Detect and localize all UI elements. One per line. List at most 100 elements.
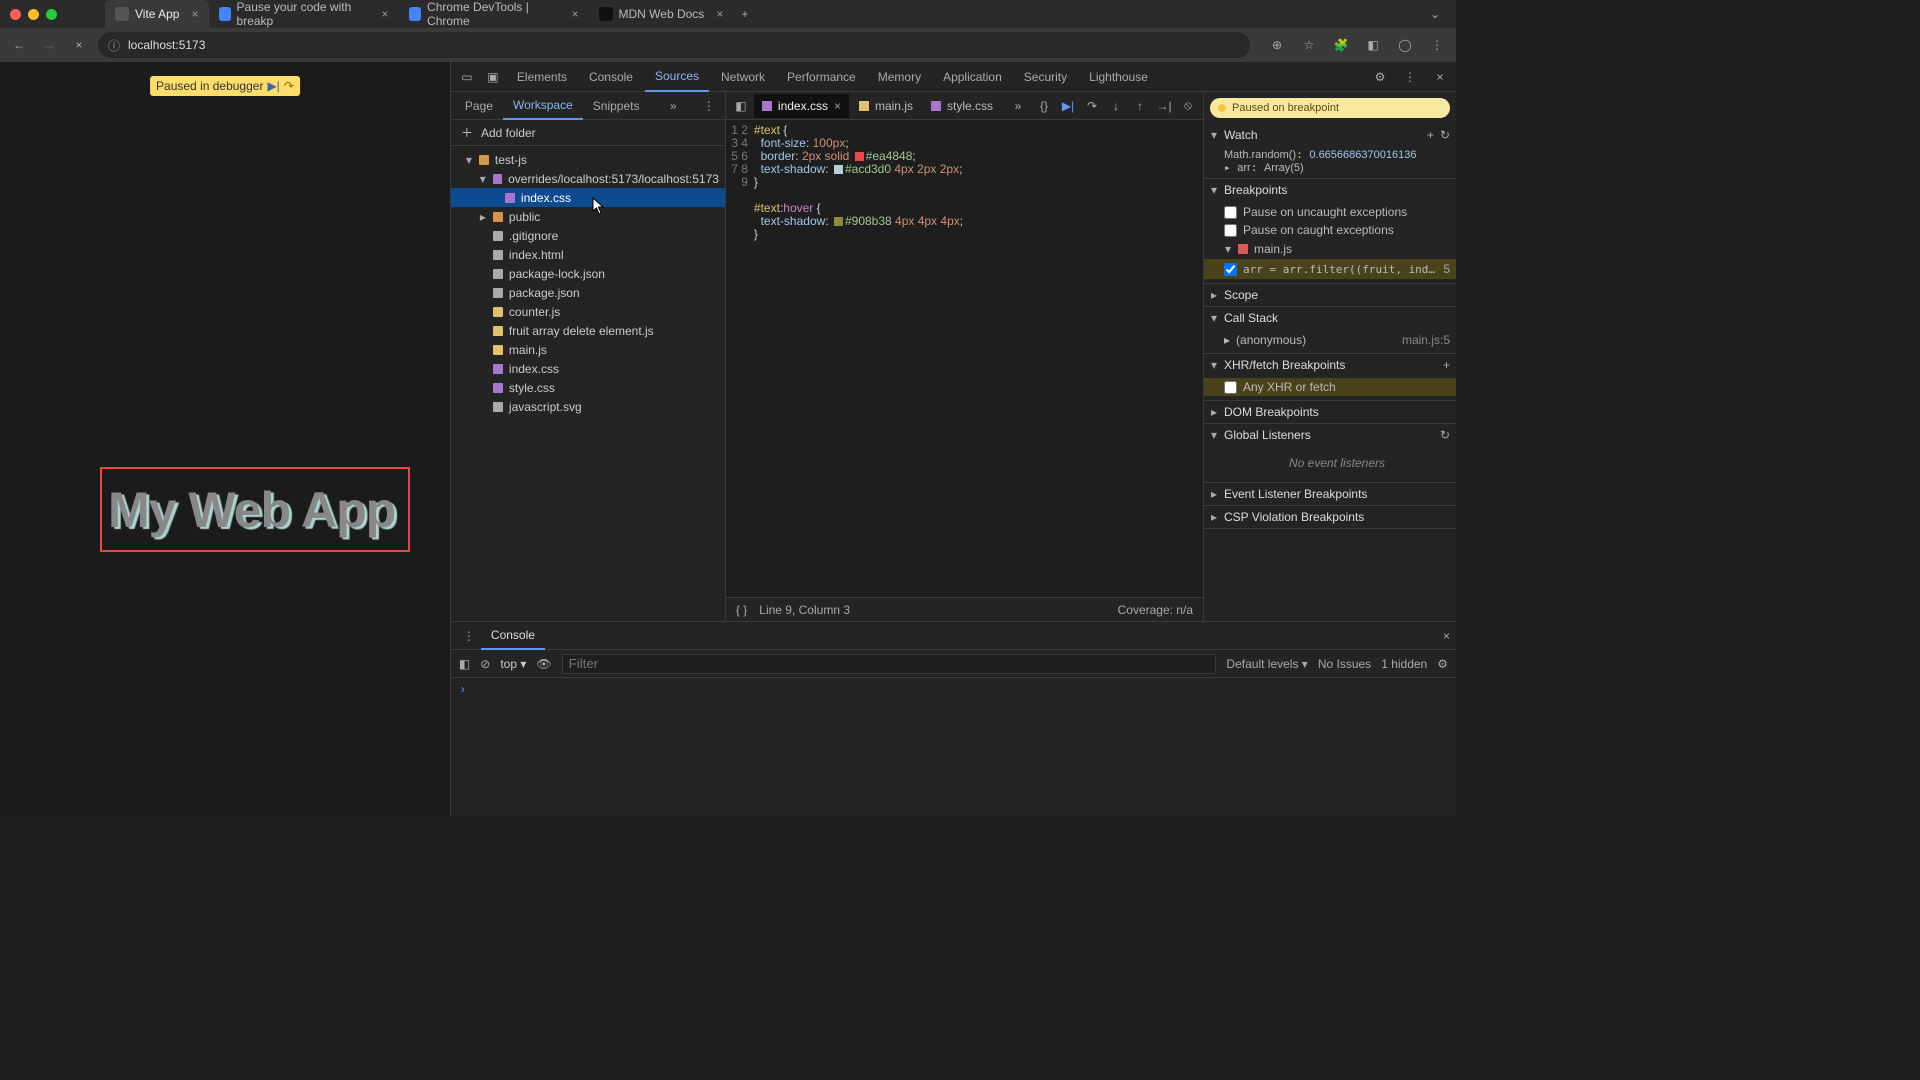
device-toolbar-icon[interactable]: ▣ <box>481 70 505 84</box>
close-tab-icon[interactable]: × <box>381 7 388 21</box>
refresh-watch-icon[interactable]: ↻ <box>1440 128 1450 142</box>
issues-label[interactable]: No Issues <box>1318 657 1371 671</box>
close-window-button[interactable] <box>10 9 21 20</box>
pause-uncaught-checkbox[interactable]: Pause on uncaught exceptions <box>1224 203 1450 221</box>
toggle-navigator-icon[interactable]: ◧ <box>730 99 752 113</box>
deactivate-breakpoints-icon[interactable]: ⦸ <box>1177 98 1199 113</box>
hidden-count[interactable]: 1 hidden <box>1381 657 1427 671</box>
tree-file[interactable]: package-lock.json <box>451 264 725 283</box>
close-devtools-icon[interactable]: × <box>1428 70 1452 84</box>
add-watch-icon[interactable]: + <box>1427 128 1434 142</box>
tab-console[interactable]: Console <box>579 62 643 92</box>
tree-file[interactable]: counter.js <box>451 302 725 321</box>
menu-icon[interactable]: ⋮ <box>1426 34 1448 56</box>
back-button[interactable]: ← <box>8 34 30 56</box>
tab-memory[interactable]: Memory <box>868 62 931 92</box>
browser-tab[interactable]: Pause your code with breakp × <box>209 0 399 28</box>
new-tab-button[interactable]: + <box>733 0 756 28</box>
tree-file[interactable]: main.js <box>451 340 725 359</box>
log-levels-selector[interactable]: Default levels ▾ <box>1226 657 1307 671</box>
close-tab-icon[interactable]: × <box>571 7 578 21</box>
extensions-icon[interactable]: 🧩 <box>1330 34 1352 56</box>
resume-script-icon[interactable]: ▶| <box>1057 99 1079 113</box>
any-xhr-checkbox[interactable]: Any XHR or fetch <box>1204 378 1456 396</box>
close-tab-icon[interactable]: × <box>191 7 198 21</box>
tree-folder-root[interactable]: ▾test-js <box>451 150 725 169</box>
section-dom-breakpoints[interactable]: ▸DOM Breakpoints <box>1204 401 1456 423</box>
tree-folder-public[interactable]: ▸public <box>451 207 725 226</box>
tab-lighthouse[interactable]: Lighthouse <box>1079 62 1158 92</box>
tab-network[interactable]: Network <box>711 62 775 92</box>
pretty-print-icon[interactable]: {} <box>1033 99 1055 113</box>
address-bar[interactable]: ⓘ localhost:5173 <box>98 32 1250 58</box>
tab-elements[interactable]: Elements <box>507 62 577 92</box>
tree-file[interactable]: index.css <box>451 359 725 378</box>
sidepanel-icon[interactable]: ◧ <box>1362 34 1384 56</box>
browser-tab-active[interactable]: Vite App × <box>105 0 209 28</box>
more-icon[interactable]: ⋮ <box>1398 70 1422 84</box>
bookmark-icon[interactable]: ☆ <box>1298 34 1320 56</box>
section-scope[interactable]: ▸Scope <box>1204 284 1456 306</box>
editor-tab-main-js[interactable]: main.js <box>851 94 921 118</box>
live-expression-icon[interactable]: 👁 <box>536 657 551 671</box>
tree-file-index-css[interactable]: index.css <box>451 188 725 207</box>
editor-tab-index-css[interactable]: index.css× <box>754 94 849 118</box>
code-text[interactable]: #text { font-size: 100px; border: 2px so… <box>754 120 1203 597</box>
close-drawer-icon[interactable]: × <box>1443 629 1450 643</box>
tab-application[interactable]: Application <box>933 62 1012 92</box>
site-info-icon[interactable]: ⓘ <box>108 37 120 54</box>
browser-tab[interactable]: MDN Web Docs × <box>589 0 734 28</box>
settings-icon[interactable]: ⚙ <box>1368 70 1392 84</box>
pause-caught-checkbox[interactable]: Pause on caught exceptions <box>1224 221 1450 239</box>
forward-button[interactable]: → <box>38 34 60 56</box>
format-icon[interactable]: { } <box>736 603 747 617</box>
tree-file[interactable]: package.json <box>451 283 725 302</box>
navigator-menu-icon[interactable]: ⋮ <box>697 99 721 113</box>
tab-performance[interactable]: Performance <box>777 62 866 92</box>
tree-file[interactable]: style.css <box>451 378 725 397</box>
console-sidebar-icon[interactable]: ◧ <box>459 657 470 671</box>
close-tab-icon[interactable]: × <box>834 99 841 113</box>
more-tabs-icon[interactable]: » <box>1007 99 1029 113</box>
breakpoint-line[interactable]: arr = arr.filter((fruit, ind…5 <box>1204 259 1456 279</box>
step-icon[interactable]: ↷ <box>284 79 294 93</box>
profile-icon[interactable]: ◯ <box>1394 34 1416 56</box>
callstack-frame[interactable]: ▸(anonymous)main.js:5 <box>1224 331 1450 349</box>
add-folder-button[interactable]: ＋ Add folder <box>451 120 725 146</box>
subtab-workspace[interactable]: Workspace <box>503 92 583 120</box>
subtab-page[interactable]: Page <box>455 92 503 120</box>
inspect-element-icon[interactable]: ▭ <box>455 70 479 84</box>
tree-file[interactable]: javascript.svg <box>451 397 725 416</box>
section-callstack[interactable]: ▾Call Stack <box>1204 307 1456 329</box>
console-output[interactable]: › <box>451 678 1456 816</box>
section-breakpoints[interactable]: ▾Breakpoints <box>1204 179 1456 201</box>
editor-tab-style-css[interactable]: style.css <box>923 94 1001 118</box>
reload-button[interactable]: × <box>68 34 90 56</box>
maximize-window-button[interactable] <box>46 9 57 20</box>
console-settings-icon[interactable]: ⚙ <box>1437 657 1448 671</box>
code-editor[interactable]: 1 2 3 4 5 6 7 8 9 #text { font-size: 100… <box>726 120 1203 597</box>
more-subtabs-icon[interactable]: » <box>664 99 683 113</box>
refresh-icon[interactable]: ↻ <box>1440 428 1450 442</box>
drawer-tab-console[interactable]: Console <box>481 622 545 650</box>
step-into-icon[interactable]: ↓ <box>1105 99 1127 113</box>
zoom-icon[interactable]: ⊕ <box>1266 34 1288 56</box>
tab-sources[interactable]: Sources <box>645 62 709 92</box>
add-xhr-icon[interactable]: + <box>1443 358 1450 372</box>
section-watch[interactable]: ▾Watch+↻ <box>1204 124 1456 146</box>
tree-file[interactable]: index.html <box>451 245 725 264</box>
tab-security[interactable]: Security <box>1014 62 1077 92</box>
tree-file[interactable]: .gitignore <box>451 226 725 245</box>
watch-expression[interactable]: ▸ arr: Array(5) <box>1224 161 1450 174</box>
close-tab-icon[interactable]: × <box>716 7 723 21</box>
section-xhr-breakpoints[interactable]: ▾XHR/fetch Breakpoints+ <box>1204 354 1456 376</box>
section-event-listener-breakpoints[interactable]: ▸Event Listener Breakpoints <box>1204 483 1456 505</box>
browser-tab[interactable]: Chrome DevTools | Chrome × <box>399 0 589 28</box>
tree-folder-overrides[interactable]: ▾overrides/localhost:5173/localhost:5173 <box>451 169 725 188</box>
context-selector[interactable]: top ▾ <box>500 657 526 671</box>
step-over-icon[interactable]: ↷ <box>1081 99 1103 113</box>
breakpoint-file[interactable]: ▾main.js <box>1224 239 1450 259</box>
console-filter-input[interactable] <box>562 654 1217 674</box>
tree-file[interactable]: fruit array delete element.js <box>451 321 725 340</box>
step-out-icon[interactable]: ↑ <box>1129 99 1151 113</box>
